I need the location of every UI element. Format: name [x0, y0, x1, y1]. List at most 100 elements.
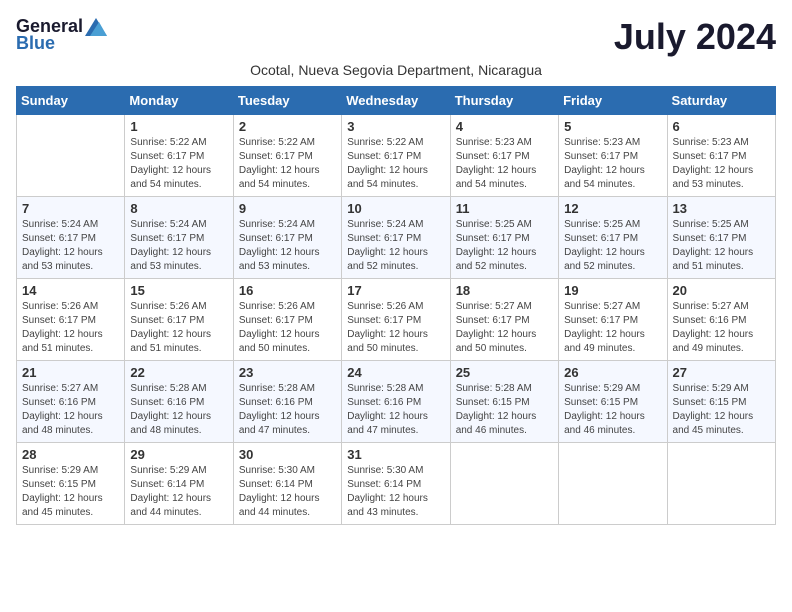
calendar-cell: 23 Sunrise: 5:28 AMSunset: 6:16 PMDayligh… [233, 361, 341, 443]
day-info: Sunrise: 5:26 AMSunset: 6:17 PMDaylight:… [239, 300, 336, 356]
calendar-cell: 8 Sunrise: 5:24 AMSunset: 6:17 PMDaylight… [125, 197, 233, 279]
calendar-cell: 4 Sunrise: 5:23 AMSunset: 6:17 PMDaylight… [450, 115, 558, 197]
day-info: Sunrise: 5:23 AMSunset: 6:17 PMDaylight:… [456, 136, 553, 192]
day-number: 27 [673, 365, 770, 380]
day-number: 16 [239, 283, 336, 298]
day-info: Sunrise: 5:29 AMSunset: 6:15 PMDaylight:… [673, 382, 770, 438]
day-info: Sunrise: 5:22 AMSunset: 6:17 PMDaylight:… [239, 136, 336, 192]
day-info: Sunrise: 5:27 AMSunset: 6:17 PMDaylight:… [456, 300, 553, 356]
day-number: 9 [239, 201, 336, 216]
day-number: 6 [673, 119, 770, 134]
logo-blue: Blue [16, 33, 55, 54]
day-number: 21 [22, 365, 119, 380]
calendar-cell [559, 443, 667, 525]
logo: General Blue [16, 16, 107, 54]
day-info: Sunrise: 5:24 AMSunset: 6:17 PMDaylight:… [347, 218, 444, 274]
day-number: 11 [456, 201, 553, 216]
day-info: Sunrise: 5:24 AMSunset: 6:17 PMDaylight:… [239, 218, 336, 274]
calendar-cell: 13Sunrise: 5:25 AMSunset: 6:17 PMDayligh… [667, 197, 775, 279]
weekday-header: Wednesday [342, 87, 450, 115]
calendar-week-row: 14Sunrise: 5:26 AMSunset: 6:17 PMDayligh… [17, 279, 776, 361]
day-info: Sunrise: 5:25 AMSunset: 6:17 PMDaylight:… [673, 218, 770, 274]
weekday-header: Saturday [667, 87, 775, 115]
calendar-cell [17, 115, 125, 197]
weekday-header: Friday [559, 87, 667, 115]
day-number: 1 [130, 119, 227, 134]
day-number: 23 [239, 365, 336, 380]
day-info: Sunrise: 5:29 AMSunset: 6:15 PMDaylight:… [564, 382, 661, 438]
calendar-cell: 10Sunrise: 5:24 AMSunset: 6:17 PMDayligh… [342, 197, 450, 279]
calendar-cell: 7 Sunrise: 5:24 AMSunset: 6:17 PMDaylight… [17, 197, 125, 279]
day-info: Sunrise: 5:22 AMSunset: 6:17 PMDaylight:… [130, 136, 227, 192]
day-info: Sunrise: 5:24 AMSunset: 6:17 PMDaylight:… [130, 218, 227, 274]
weekday-header: Monday [125, 87, 233, 115]
month-title: July 2024 [614, 16, 776, 58]
day-info: Sunrise: 5:28 AMSunset: 6:16 PMDaylight:… [239, 382, 336, 438]
calendar-week-row: 7 Sunrise: 5:24 AMSunset: 6:17 PMDaylight… [17, 197, 776, 279]
calendar-cell: 25Sunrise: 5:28 AMSunset: 6:15 PMDayligh… [450, 361, 558, 443]
day-info: Sunrise: 5:27 AMSunset: 6:16 PMDaylight:… [22, 382, 119, 438]
day-info: Sunrise: 5:30 AMSunset: 6:14 PMDaylight:… [239, 464, 336, 520]
day-number: 20 [673, 283, 770, 298]
day-number: 2 [239, 119, 336, 134]
location-subtitle: Ocotal, Nueva Segovia Department, Nicara… [16, 62, 776, 78]
calendar-cell: 9 Sunrise: 5:24 AMSunset: 6:17 PMDaylight… [233, 197, 341, 279]
day-number: 19 [564, 283, 661, 298]
day-number: 22 [130, 365, 227, 380]
calendar-cell: 26Sunrise: 5:29 AMSunset: 6:15 PMDayligh… [559, 361, 667, 443]
calendar-cell: 29 Sunrise: 5:29 AMSunset: 6:14 PMDayligh… [125, 443, 233, 525]
calendar-week-row: 28 Sunrise: 5:29 AMSunset: 6:15 PMDayligh… [17, 443, 776, 525]
day-number: 5 [564, 119, 661, 134]
calendar-cell: 19 Sunrise: 5:27 AMSunset: 6:17 PMDayligh… [559, 279, 667, 361]
calendar-cell: 17Sunrise: 5:26 AMSunset: 6:17 PMDayligh… [342, 279, 450, 361]
weekday-header: Sunday [17, 87, 125, 115]
day-info: Sunrise: 5:28 AMSunset: 6:16 PMDaylight:… [347, 382, 444, 438]
day-number: 4 [456, 119, 553, 134]
calendar-cell: 14Sunrise: 5:26 AMSunset: 6:17 PMDayligh… [17, 279, 125, 361]
day-info: Sunrise: 5:28 AMSunset: 6:15 PMDaylight:… [456, 382, 553, 438]
calendar-cell: 11Sunrise: 5:25 AMSunset: 6:17 PMDayligh… [450, 197, 558, 279]
calendar-table: SundayMondayTuesdayWednesdayThursdayFrid… [16, 86, 776, 525]
calendar-cell: 31 Sunrise: 5:30 AMSunset: 6:14 PMDayligh… [342, 443, 450, 525]
day-info: Sunrise: 5:29 AMSunset: 6:15 PMDaylight:… [22, 464, 119, 520]
calendar-cell: 21 Sunrise: 5:27 AMSunset: 6:16 PMDayligh… [17, 361, 125, 443]
calendar-cell: 28 Sunrise: 5:29 AMSunset: 6:15 PMDayligh… [17, 443, 125, 525]
day-number: 28 [22, 447, 119, 462]
weekday-header: Thursday [450, 87, 558, 115]
day-number: 7 [22, 201, 119, 216]
day-number: 29 [130, 447, 227, 462]
calendar-week-row: 1 Sunrise: 5:22 AMSunset: 6:17 PMDaylight… [17, 115, 776, 197]
day-number: 12 [564, 201, 661, 216]
calendar-cell: 2 Sunrise: 5:22 AMSunset: 6:17 PMDaylight… [233, 115, 341, 197]
day-info: Sunrise: 5:28 AMSunset: 6:16 PMDaylight:… [130, 382, 227, 438]
day-number: 8 [130, 201, 227, 216]
weekday-header: Tuesday [233, 87, 341, 115]
calendar-cell: 5 Sunrise: 5:23 AMSunset: 6:17 PMDaylight… [559, 115, 667, 197]
day-info: Sunrise: 5:27 AMSunset: 6:16 PMDaylight:… [673, 300, 770, 356]
calendar-week-row: 21 Sunrise: 5:27 AMSunset: 6:16 PMDayligh… [17, 361, 776, 443]
calendar-cell: 24 Sunrise: 5:28 AMSunset: 6:16 PMDayligh… [342, 361, 450, 443]
calendar-cell: 18Sunrise: 5:27 AMSunset: 6:17 PMDayligh… [450, 279, 558, 361]
day-number: 15 [130, 283, 227, 298]
calendar-cell: 15Sunrise: 5:26 AMSunset: 6:17 PMDayligh… [125, 279, 233, 361]
day-number: 31 [347, 447, 444, 462]
calendar-cell: 16 Sunrise: 5:26 AMSunset: 6:17 PMDayligh… [233, 279, 341, 361]
day-info: Sunrise: 5:30 AMSunset: 6:14 PMDaylight:… [347, 464, 444, 520]
calendar-cell [667, 443, 775, 525]
day-number: 24 [347, 365, 444, 380]
day-number: 30 [239, 447, 336, 462]
day-info: Sunrise: 5:24 AMSunset: 6:17 PMDaylight:… [22, 218, 119, 274]
calendar-cell [450, 443, 558, 525]
day-info: Sunrise: 5:25 AMSunset: 6:17 PMDaylight:… [564, 218, 661, 274]
calendar-cell: 6Sunrise: 5:23 AMSunset: 6:17 PMDaylight… [667, 115, 775, 197]
calendar-cell: 3Sunrise: 5:22 AMSunset: 6:17 PMDaylight… [342, 115, 450, 197]
calendar-cell: 22 Sunrise: 5:28 AMSunset: 6:16 PMDayligh… [125, 361, 233, 443]
calendar-cell: 1 Sunrise: 5:22 AMSunset: 6:17 PMDaylight… [125, 115, 233, 197]
day-info: Sunrise: 5:27 AMSunset: 6:17 PMDaylight:… [564, 300, 661, 356]
day-info: Sunrise: 5:23 AMSunset: 6:17 PMDaylight:… [564, 136, 661, 192]
calendar-cell: 12 Sunrise: 5:25 AMSunset: 6:17 PMDayligh… [559, 197, 667, 279]
calendar-cell: 30 Sunrise: 5:30 AMSunset: 6:14 PMDayligh… [233, 443, 341, 525]
page-header: General Blue July 2024 [16, 16, 776, 58]
day-info: Sunrise: 5:22 AMSunset: 6:17 PMDaylight:… [347, 136, 444, 192]
day-info: Sunrise: 5:29 AMSunset: 6:14 PMDaylight:… [130, 464, 227, 520]
